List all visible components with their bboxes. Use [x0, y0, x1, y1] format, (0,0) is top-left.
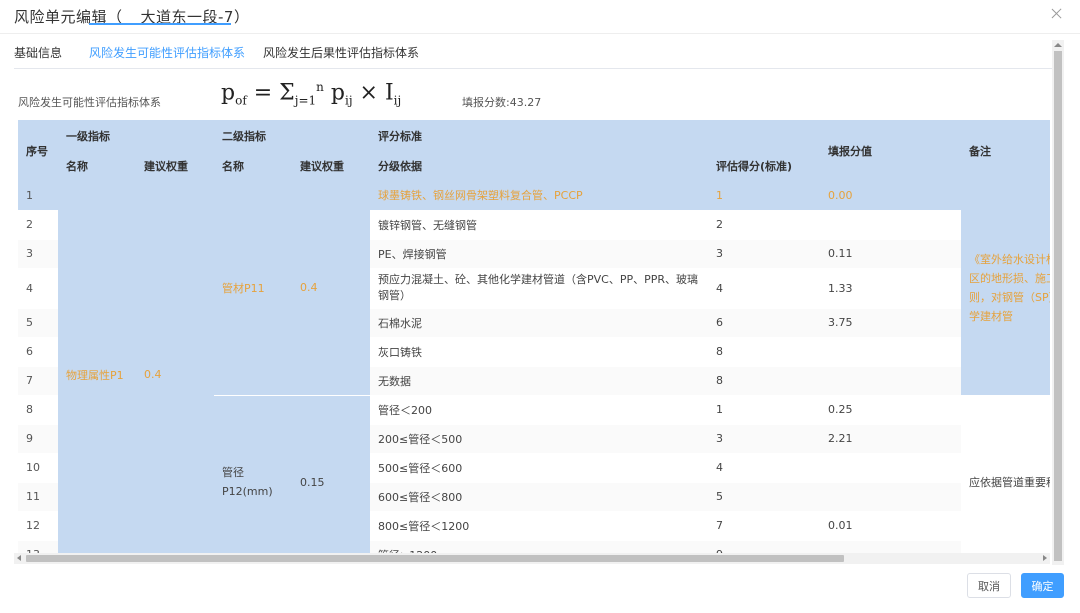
header-criteria: 评分标准 [370, 120, 820, 151]
fill-value-cell[interactable]: 3.75 [820, 308, 961, 338]
level2-weight-cell: 0.15 [292, 395, 370, 553]
row-seq: 2 [18, 210, 58, 240]
fill-value-cell[interactable]: 1.33 [820, 268, 961, 309]
vertical-scroll-thumb[interactable] [1054, 51, 1062, 561]
row-seq: 7 [18, 366, 58, 396]
cancel-button[interactable]: 取消 [967, 573, 1011, 598]
fill-value-cell[interactable] [820, 210, 961, 240]
criteria-score-cell: 8 [708, 366, 820, 396]
header-level2-name: 名称 [214, 151, 292, 181]
scroll-right-icon[interactable] [1043, 555, 1047, 561]
fill-value-cell[interactable]: 0.00 [820, 181, 961, 211]
criteria-score-cell: 2 [708, 210, 820, 240]
header-criteria-basis: 分级依据 [370, 151, 708, 181]
row-seq: 12 [18, 511, 58, 541]
row-seq: 11 [18, 482, 58, 512]
tab-basic-info[interactable]: 基础信息 [14, 44, 62, 61]
risk-unit-edit-dialog: 风险单元编辑（ 大道东一段-7） 基础信息 风险发生可能性评估指标体系 风险发生后… [0, 0, 1080, 613]
fill-value-cell[interactable]: 0.25 [820, 395, 961, 425]
header-remark: 备注 [961, 120, 1050, 181]
criteria-basis-cell: 管径＜200 [370, 395, 708, 425]
criteria-score-cell: 4 [708, 268, 820, 309]
title-divider [0, 33, 1080, 34]
horizontal-scroll-thumb[interactable] [26, 555, 844, 562]
criteria-basis-cell: PE、焊接钢管 [370, 239, 708, 269]
fill-value-cell[interactable]: 0.11 [820, 239, 961, 269]
criteria-score-cell: 1 [708, 181, 820, 211]
fill-value-cell[interactable] [820, 366, 961, 396]
criteria-basis-cell: 200≤管径＜500 [370, 424, 708, 454]
header-level1-weight: 建议权重 [136, 151, 214, 181]
level2-name-cell: 管径P12(mm) [214, 395, 292, 553]
fill-value-cell[interactable] [820, 337, 961, 367]
header-fill-value: 填报分值 [820, 120, 961, 181]
row-seq: 8 [18, 395, 58, 425]
header-level1: 一级指标 [58, 120, 214, 151]
header-level1-name: 名称 [58, 151, 136, 181]
criteria-score-cell: 7 [708, 511, 820, 541]
criteria-score-cell: 6 [708, 308, 820, 338]
fill-value-cell[interactable]: 2.21 [820, 424, 961, 454]
index-table: 序号 一级指标 二级指标 评分标准 填报分值 备注 名称 建议权重 名称 建议权… [18, 120, 1050, 553]
criteria-score-cell: 3 [708, 424, 820, 454]
tab-likelihood-index[interactable]: 风险发生可能性评估指标体系 [89, 44, 245, 61]
criteria-score-cell: 3 [708, 239, 820, 269]
fill-value-cell[interactable] [820, 482, 961, 512]
row-seq: 4 [18, 268, 58, 309]
table-row[interactable]: 1 物理属性P1 0.4 管材P11 0.4 球墨铸铁、钢丝网骨架塑料复合管、P… [18, 181, 1050, 553]
criteria-basis-cell: 预应力混凝土、砼、其他化学建材管道（含PVC、PP、PPR、玻璃钢管） [370, 268, 708, 309]
header-level2: 二级指标 [214, 120, 370, 151]
active-tab-indicator [89, 23, 231, 25]
criteria-basis-cell: 石棉水泥 [370, 308, 708, 338]
level2-name-cell: 管材P11 [214, 181, 292, 396]
remark-cell: 《室外给水设计标管道敷设区的地形损、施工和维护方则，对钢管（SP）CP）、化学建… [961, 181, 1050, 396]
row-seq: 6 [18, 337, 58, 367]
horizontal-scrollbar[interactable] [14, 553, 1050, 564]
header-level2-weight: 建议权重 [292, 151, 370, 181]
criteria-score-cell: 5 [708, 482, 820, 512]
header-criteria-score: 评估得分(标准) [708, 151, 820, 181]
level2-weight-cell: 0.4 [292, 181, 370, 396]
tabs-divider [14, 68, 1052, 69]
criteria-basis-cell: 800≤管径＜1200 [370, 511, 708, 541]
fill-value-cell[interactable]: 0.01 [820, 511, 961, 541]
index-table-container: 序号 一级指标 二级指标 评分标准 填报分值 备注 名称 建议权重 名称 建议权… [18, 120, 1050, 553]
tab-consequence-index[interactable]: 风险发生后果性评估指标体系 [263, 44, 419, 61]
fill-score: 填报分数:43.27 [462, 96, 542, 109]
criteria-basis-cell: 600≤管径＜800 [370, 482, 708, 512]
criteria-score-cell: 9 [708, 540, 820, 553]
fill-value-cell[interactable] [820, 540, 961, 553]
criteria-score-cell: 4 [708, 453, 820, 483]
criteria-score-cell: 8 [708, 337, 820, 367]
criteria-basis-cell: 球墨铸铁、钢丝网骨架塑料复合管、PCCP [370, 181, 708, 211]
criteria-basis-cell: 管径≥1200 [370, 540, 708, 553]
scroll-left-icon[interactable] [17, 555, 21, 561]
criteria-basis-cell: 灰口铸铁 [370, 337, 708, 367]
row-seq: 3 [18, 239, 58, 269]
level1-weight-cell: 0.4 [136, 181, 214, 553]
header-seq: 序号 [18, 120, 58, 181]
criteria-score-cell: 1 [708, 395, 820, 425]
section-subtitle: 风险发生可能性评估指标体系 [18, 96, 161, 109]
remark-cell: 应依据管道重要程 [961, 395, 1050, 553]
criteria-basis-cell: 500≤管径＜600 [370, 453, 708, 483]
confirm-button[interactable]: 确定 [1021, 573, 1064, 598]
row-seq: 1 [18, 181, 58, 211]
row-seq: 10 [18, 453, 58, 483]
close-icon[interactable] [1050, 7, 1064, 21]
row-seq: 5 [18, 308, 58, 338]
criteria-basis-cell: 镀锌钢管、无缝钢管 [370, 210, 708, 240]
vertical-scrollbar[interactable] [1052, 40, 1064, 565]
row-seq: 9 [18, 424, 58, 454]
row-seq: 13 [18, 540, 58, 553]
formula: pof = Σj=1n pij × Iij [221, 80, 402, 108]
scroll-up-icon[interactable] [1054, 43, 1062, 47]
criteria-basis-cell: 无数据 [370, 366, 708, 396]
fill-value-cell[interactable] [820, 453, 961, 483]
level1-name-cell: 物理属性P1 [58, 181, 136, 553]
